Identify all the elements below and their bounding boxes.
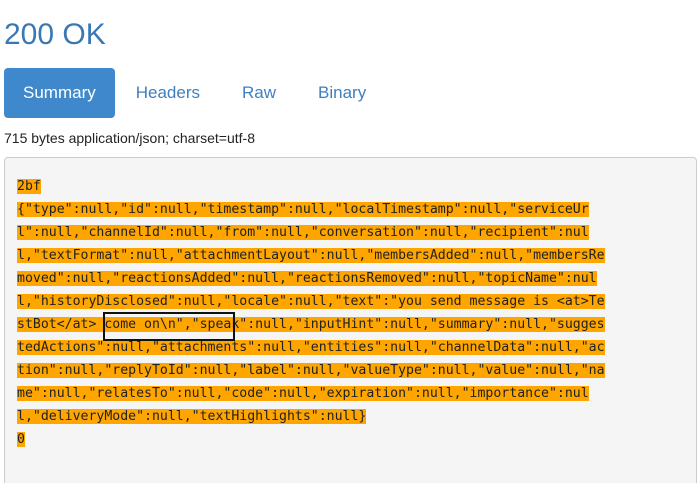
response-body-panel: 2bf {"type":null,"id":null,"timestamp":n… [4, 157, 697, 483]
body-line: {"type":null,"id":null,"timestamp":null,… [17, 198, 605, 221]
body-line-text: tion":null,"replyToId":null,"label":null… [17, 363, 605, 378]
body-line-text: l,"historyDisclosed":null,"locale":null,… [17, 294, 605, 309]
tab-headers[interactable]: Headers [115, 68, 221, 118]
body-line-text: l,"deliveryMode":null,"textHighlights":n… [17, 409, 367, 424]
tab-binary[interactable]: Binary [297, 68, 387, 118]
body-line: 2bf [17, 175, 605, 198]
body-line-text: {"type":null,"id":null,"timestamp":null,… [17, 202, 589, 217]
body-line-text: tedActions":null,"attachments":null,"ent… [17, 340, 605, 355]
body-line: moved":null,"reactionsAdded":null,"react… [17, 267, 605, 290]
response-body-text[interactable]: 2bf {"type":null,"id":null,"timestamp":n… [17, 175, 605, 451]
body-line: tion":null,"replyToId":null,"label":null… [17, 359, 605, 382]
body-line-text: l":null,"channelId":null,"from":null,"co… [17, 225, 589, 240]
body-line: l,"deliveryMode":null,"textHighlights":n… [17, 405, 605, 428]
body-line: tedActions":null,"attachments":null,"ent… [17, 336, 605, 359]
body-line: me":null,"relatesTo":null,"code":null,"e… [17, 382, 605, 405]
body-line: stBot</at> come on\n","speak":null,"inpu… [17, 313, 605, 336]
body-line: l":null,"channelId":null,"from":null,"co… [17, 221, 605, 244]
body-line-text: l,"textFormat":null,"attachmentLayout":n… [17, 248, 605, 263]
body-line-text: 0 [17, 432, 25, 447]
body-line-text: moved":null,"reactionsAdded":null,"react… [17, 271, 597, 286]
body-line: 0 [17, 428, 605, 451]
body-line-text: stBot</at> come on\n","speak":null,"inpu… [17, 317, 605, 332]
tab-summary[interactable]: Summary [4, 68, 115, 118]
status-title: 200 OK [4, 18, 106, 51]
response-tabs: Summary Headers Raw Binary [4, 68, 387, 118]
body-line-text: me":null,"relatesTo":null,"code":null,"e… [17, 386, 589, 401]
body-line: l,"textFormat":null,"attachmentLayout":n… [17, 244, 605, 267]
body-line: l,"historyDisclosed":null,"locale":null,… [17, 290, 605, 313]
content-info: 715 bytes application/json; charset=utf-… [4, 130, 255, 146]
tab-raw[interactable]: Raw [221, 68, 297, 118]
body-line-text: 2bf [17, 179, 41, 194]
